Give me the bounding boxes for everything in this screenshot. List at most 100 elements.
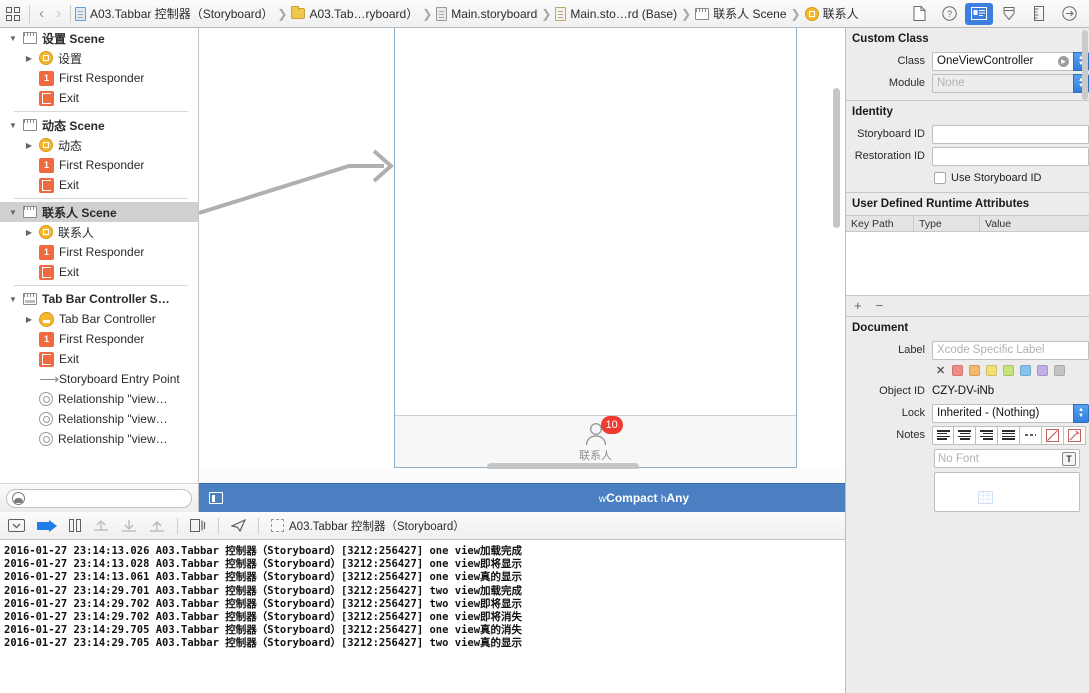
- outline-scene-row[interactable]: ▼ 动态 Scene: [0, 115, 198, 135]
- highlight-color-icon[interactable]: [1064, 425, 1086, 445]
- view-controller-frame[interactable]: 10 联系人: [394, 28, 797, 468]
- disclosure-triangle-icon[interactable]: ▼: [8, 34, 18, 43]
- breadcrumb-item-scene[interactable]: 联系人 Scene: [694, 5, 787, 22]
- breadcrumb-item-project[interactable]: A03.Tabbar 控制器（Storyboard）: [74, 5, 274, 22]
- outline-scene-row[interactable]: ▼ Tab Bar Controller S…: [0, 289, 198, 309]
- clear-icon[interactable]: ▸: [1058, 55, 1069, 67]
- back-button[interactable]: ‹: [33, 5, 50, 22]
- outline-item-view-controller[interactable]: ▶ 设置: [0, 48, 198, 68]
- font-panel-icon[interactable]: T: [1062, 451, 1076, 466]
- notes-font-field[interactable]: No Font T: [934, 449, 1080, 468]
- align-constraints-icon[interactable]: [1031, 491, 1047, 506]
- pause-icon[interactable]: [69, 519, 81, 532]
- udra-remove-button[interactable]: −: [876, 298, 884, 313]
- file-inspector-icon[interactable]: [905, 3, 933, 25]
- identity-inspector[interactable]: Custom Class Class OneViewController ▸ ▲…: [845, 28, 1089, 693]
- class-combo[interactable]: OneViewController ▸ ▲ ▼: [932, 51, 1089, 71]
- connections-inspector-icon[interactable]: [1055, 3, 1083, 25]
- udra-table-body[interactable]: [846, 232, 1089, 296]
- outline-item-first-responder[interactable]: ▶ 1 First Responder: [0, 329, 198, 349]
- resolve-auto-layout-icon[interactable]: [978, 490, 993, 506]
- storyboard-id-field[interactable]: [932, 124, 1089, 144]
- align-justify-icon[interactable]: [998, 425, 1020, 445]
- outline-item-first-responder[interactable]: ▶ 1 First Responder: [0, 155, 198, 175]
- document-outline[interactable]: ▼ 设置 Scene ▶ 设置 ▶ 1 First Responder ▶ Ex…: [0, 28, 199, 483]
- use-storyboard-id-checkbox[interactable]: [934, 172, 946, 184]
- outline-item-exit[interactable]: ▶ Exit: [0, 262, 198, 282]
- canvas-vertical-scrollbar[interactable]: [833, 88, 840, 228]
- disclosure-triangle-icon[interactable]: ▶: [24, 141, 34, 150]
- clear-color-icon[interactable]: ✕: [936, 364, 945, 377]
- debug-process-crumb[interactable]: A03.Tabbar 控制器（Storyboard）: [271, 518, 465, 534]
- disclosure-triangle-icon[interactable]: ▶: [24, 228, 34, 237]
- forward-button[interactable]: ›: [50, 5, 67, 22]
- color-swatch-red[interactable]: [952, 365, 964, 376]
- grid-view-icon[interactable]: [0, 1, 26, 27]
- align-center-icon[interactable]: [954, 425, 976, 445]
- outline-item-exit[interactable]: ▶ Exit: [0, 88, 198, 108]
- simulate-location-icon[interactable]: [231, 519, 246, 532]
- outline-item-view-controller[interactable]: ▶ 联系人: [0, 222, 198, 242]
- view-controller-content-area[interactable]: [395, 28, 796, 415]
- outline-scene-row-selected[interactable]: ▼ 联系人 Scene: [0, 202, 198, 222]
- color-swatch-blue[interactable]: [1020, 365, 1032, 376]
- color-swatch-orange[interactable]: [969, 365, 981, 376]
- disclosure-triangle-icon[interactable]: ▼: [8, 295, 18, 304]
- breadcrumb-item-storyboard-base[interactable]: Main.sto…rd (Base): [554, 6, 678, 21]
- step-into-icon[interactable]: [121, 519, 137, 532]
- outline-item-relationship[interactable]: ▶ Relationship "view…: [0, 429, 198, 449]
- lock-combo[interactable]: Inherited - (Nothing) ▲ ▼: [932, 403, 1089, 423]
- pin-constraints-icon[interactable]: [1004, 491, 1019, 506]
- outline-item-relationship[interactable]: ▶ Relationship "view…: [0, 409, 198, 429]
- quick-help-inspector-icon[interactable]: ?: [935, 3, 963, 25]
- module-combo[interactable]: None ▲ ▼: [932, 73, 1089, 93]
- outline-item-storyboard-entry-point[interactable]: ▶ ⟶ Storyboard Entry Point: [0, 369, 198, 389]
- list-dash-icon[interactable]: [1020, 425, 1042, 445]
- align-right-icon[interactable]: [976, 425, 998, 445]
- attributes-inspector-icon[interactable]: [995, 3, 1023, 25]
- breadcrumb-item-folder[interactable]: A03.Tab…ryboard）: [290, 5, 419, 22]
- identity-inspector-icon[interactable]: [965, 2, 993, 25]
- lock-field[interactable]: Inherited - (Nothing): [932, 403, 1073, 423]
- text-color-icon[interactable]: [1042, 425, 1064, 445]
- console-output[interactable]: 2016-01-27 23:14:13.026 A03.Tabbar 控制器（S…: [0, 540, 845, 693]
- tab-bar-item-contacts[interactable]: 10 联系人: [579, 416, 623, 463]
- step-out-icon[interactable]: [149, 519, 165, 532]
- disclosure-triangle-icon[interactable]: ▶: [24, 54, 34, 63]
- align-left-icon[interactable]: [932, 425, 954, 445]
- restoration-id-field[interactable]: [932, 146, 1089, 166]
- label-field[interactable]: Xcode Specific Label: [932, 340, 1089, 360]
- lock-dropdown-arrow-icon[interactable]: ▲ ▼: [1073, 403, 1089, 423]
- continue-execution-icon[interactable]: [37, 519, 57, 532]
- class-field[interactable]: OneViewController ▸: [932, 51, 1073, 71]
- step-over-icon[interactable]: [93, 519, 109, 532]
- storyboard-canvas[interactable]: 10 联系人: [199, 28, 845, 483]
- udra-add-button[interactable]: +: [854, 298, 862, 313]
- outline-item-exit[interactable]: ▶ Exit: [0, 349, 198, 369]
- outline-item-tab-bar-controller[interactable]: ▶ Tab Bar Controller: [0, 309, 198, 329]
- stack-view-icon[interactable]: [1059, 491, 1075, 506]
- inspector-scrollbar[interactable]: [1082, 30, 1088, 100]
- use-storyboard-id-row[interactable]: Use Storyboard ID: [846, 167, 1089, 189]
- disclosure-triangle-icon[interactable]: ▼: [8, 208, 18, 217]
- outline-item-view-controller[interactable]: ▶ 动态: [0, 135, 198, 155]
- outline-item-relationship[interactable]: ▶ Relationship "view…: [0, 389, 198, 409]
- color-swatch-green[interactable]: [1003, 365, 1015, 376]
- color-swatch-gray[interactable]: [1054, 365, 1066, 376]
- breadcrumb-item-view-controller[interactable]: 联系人: [804, 5, 860, 22]
- color-swatch-purple[interactable]: [1037, 365, 1049, 376]
- hide-debug-area-icon[interactable]: [8, 519, 25, 532]
- color-swatch-yellow[interactable]: [986, 365, 998, 376]
- outline-item-first-responder[interactable]: ▶ 1 First Responder: [0, 242, 198, 262]
- tab-bar[interactable]: 10 联系人: [395, 415, 796, 467]
- breadcrumb-item-storyboard[interactable]: Main.storyboard: [435, 6, 538, 21]
- disclosure-triangle-icon[interactable]: ▶: [24, 315, 34, 324]
- disclosure-triangle-icon[interactable]: ▼: [8, 121, 18, 130]
- outline-scene-row[interactable]: ▼ 设置 Scene: [0, 28, 198, 48]
- filter-input[interactable]: [6, 488, 192, 508]
- outline-item-first-responder[interactable]: ▶ 1 First Responder: [0, 68, 198, 88]
- module-field[interactable]: None: [932, 73, 1073, 93]
- view-debugging-icon[interactable]: [190, 519, 206, 532]
- size-inspector-icon[interactable]: [1025, 3, 1053, 25]
- outline-item-exit[interactable]: ▶ Exit: [0, 175, 198, 195]
